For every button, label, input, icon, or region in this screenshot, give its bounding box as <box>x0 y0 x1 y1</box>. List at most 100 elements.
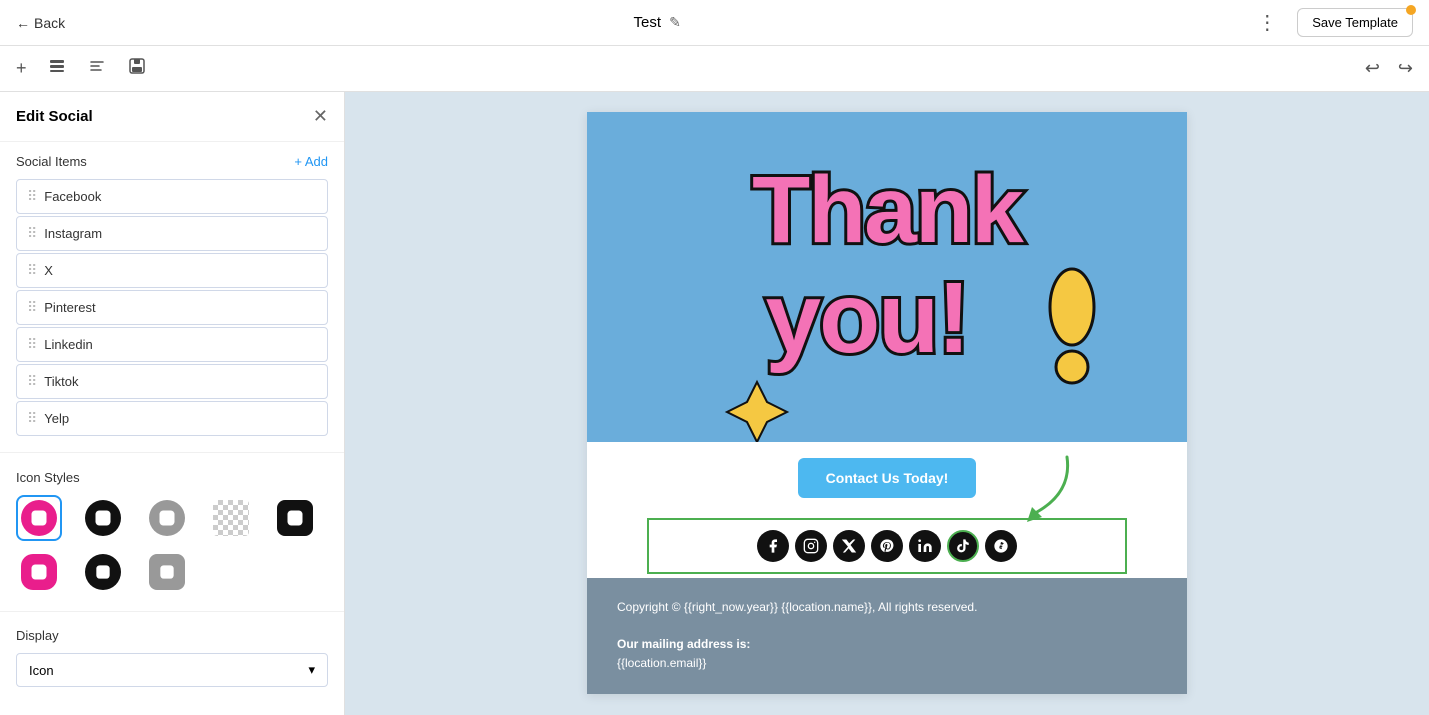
footer-section: Copyright © {{right_now.year}} {{locatio… <box>587 578 1187 694</box>
svg-text:Thank: Thank <box>752 157 1024 263</box>
close-sidebar-button[interactable]: ✕ <box>313 106 328 127</box>
format-button[interactable] <box>83 52 111 85</box>
email-frame: Thank you! <box>587 112 1187 694</box>
drag-handle-icon: ⠿ <box>27 373 36 390</box>
social-item-label: Pinterest <box>44 300 95 315</box>
social-item-label: X <box>44 263 53 278</box>
display-dropdown[interactable]: Icon ▾ <box>16 653 328 687</box>
social-items-label: Social Items <box>16 154 87 169</box>
social-items-list: ⠿ Facebook ⠿ Instagram ⠿ X ⠿ Pinterest ⠿ <box>16 179 328 436</box>
icon-style-pink-rounded[interactable] <box>16 549 62 595</box>
transparent-preview <box>213 500 249 536</box>
x-twitter-icon[interactable] <box>833 530 865 562</box>
chevron-down-icon: ▾ <box>308 662 315 678</box>
icon-styles-section: Icon Styles <box>0 457 344 607</box>
topbar-right: ⋮ Save Template <box>1249 6 1413 39</box>
social-item-label: Tiktok <box>44 374 78 389</box>
social-item-yelp[interactable]: ⠿ Yelp <box>16 401 328 436</box>
topbar-left: ← Back <box>16 15 65 31</box>
add-social-button[interactable]: + Add <box>294 154 328 169</box>
icon-style-grey-rounded[interactable] <box>144 549 190 595</box>
secondary-toolbar: + ↩ ↪ <box>0 46 1429 92</box>
tiktok-icon[interactable] <box>947 530 979 562</box>
icon-style-transparent[interactable] <box>208 495 254 541</box>
drag-handle-icon: ⠿ <box>27 188 36 205</box>
more-options-button[interactable]: ⋮ <box>1249 6 1285 39</box>
yelp-icon[interactable] <box>985 530 1017 562</box>
sidebar: Edit Social ✕ Social Items + Add ⠿ Faceb… <box>0 92 345 715</box>
drag-handle-icon: ⠿ <box>27 299 36 316</box>
svg-text:you!: you! <box>765 262 968 374</box>
email-wrapper: Thank you! <box>587 112 1187 694</box>
social-items-header: Social Items + Add <box>16 154 328 169</box>
icon-style-black-circle-2[interactable] <box>80 549 126 595</box>
redo-button[interactable]: ↪ <box>1394 54 1417 83</box>
social-item-tiktok[interactable]: ⠿ Tiktok <box>16 364 328 399</box>
save-template-button[interactable]: Save Template <box>1297 8 1413 37</box>
icon-style-black-circle[interactable] <box>80 495 126 541</box>
edit-title-icon[interactable]: ✎ <box>669 14 681 31</box>
social-item-label: Linkedin <box>44 337 92 352</box>
icon-style-black-rounded[interactable] <box>272 495 318 541</box>
page-title: Test <box>634 14 662 31</box>
icon-style-grey-circle[interactable] <box>144 495 190 541</box>
social-bar-container <box>587 514 1187 578</box>
pink-circle-preview <box>21 500 57 536</box>
social-item-label: Yelp <box>44 411 69 426</box>
footer-email: {{location.email}} <box>617 654 1157 673</box>
social-item-label: Instagram <box>44 226 102 241</box>
display-header: Display <box>16 628 328 643</box>
instagram-icon[interactable] <box>795 530 827 562</box>
black-circle-preview <box>85 500 121 536</box>
drag-handle-icon: ⠿ <box>27 410 36 427</box>
main-layout: Edit Social ✕ Social Items + Add ⠿ Faceb… <box>0 92 1429 715</box>
drag-handle-icon: ⠿ <box>27 336 36 353</box>
back-label: Back <box>34 15 65 31</box>
undo-button[interactable]: ↩ <box>1361 54 1384 83</box>
add-element-button[interactable]: + <box>12 54 31 83</box>
sidebar-header: Edit Social ✕ <box>0 92 344 142</box>
grey-circle-preview <box>149 500 185 536</box>
icon-styles-label: Icon Styles <box>16 470 80 485</box>
black-rounded-preview <box>277 500 313 536</box>
icon-style-pink-circle[interactable] <box>16 495 62 541</box>
layers-button[interactable] <box>43 52 71 85</box>
social-item-facebook[interactable]: ⠿ Facebook <box>16 179 328 214</box>
save-button[interactable] <box>123 52 151 85</box>
linkedin-icon[interactable] <box>909 530 941 562</box>
pinterest-icon[interactable] <box>871 530 903 562</box>
thank-you-section: Thank you! <box>587 112 1187 442</box>
footer-address-label: Our mailing address is: <box>617 635 1157 654</box>
cta-button[interactable]: Contact Us Today! <box>798 458 977 498</box>
back-arrow-icon: ← <box>16 15 30 31</box>
unsaved-dot <box>1406 5 1416 15</box>
display-section: Display Icon ▾ <box>0 616 344 699</box>
footer-copyright: Copyright © {{right_now.year}} {{locatio… <box>617 598 1157 617</box>
toolbar-history: ↩ ↪ <box>1361 54 1417 83</box>
social-icons-bar <box>647 518 1127 574</box>
topbar-center: Test ✎ <box>634 14 681 31</box>
canvas-area: Thank you! <box>345 92 1429 715</box>
toolbar-tools: + <box>12 52 151 85</box>
cta-button-label: Contact Us Today! <box>826 470 949 486</box>
cta-section: Contact Us Today! <box>587 442 1187 514</box>
social-item-pinterest[interactable]: ⠿ Pinterest <box>16 290 328 325</box>
sidebar-title: Edit Social <box>16 108 93 125</box>
pink-rounded-preview <box>21 554 57 590</box>
back-button[interactable]: ← Back <box>16 15 65 31</box>
display-label: Display <box>16 628 59 643</box>
grey-rounded-preview <box>149 554 185 590</box>
facebook-icon[interactable] <box>757 530 789 562</box>
social-item-x[interactable]: ⠿ X <box>16 253 328 288</box>
drag-handle-icon: ⠿ <box>27 262 36 279</box>
social-item-linkedin[interactable]: ⠿ Linkedin <box>16 327 328 362</box>
social-item-label: Facebook <box>44 189 101 204</box>
drag-handle-icon: ⠿ <box>27 225 36 242</box>
icon-styles-grid <box>16 495 328 595</box>
display-value: Icon <box>29 663 54 678</box>
social-items-section: Social Items + Add ⠿ Facebook ⠿ Instagra… <box>0 142 344 448</box>
topbar: ← Back Test ✎ ⋮ Save Template <box>0 0 1429 46</box>
social-item-instagram[interactable]: ⠿ Instagram <box>16 216 328 251</box>
save-template-label: Save Template <box>1312 15 1398 30</box>
black-circle-2-preview <box>85 554 121 590</box>
